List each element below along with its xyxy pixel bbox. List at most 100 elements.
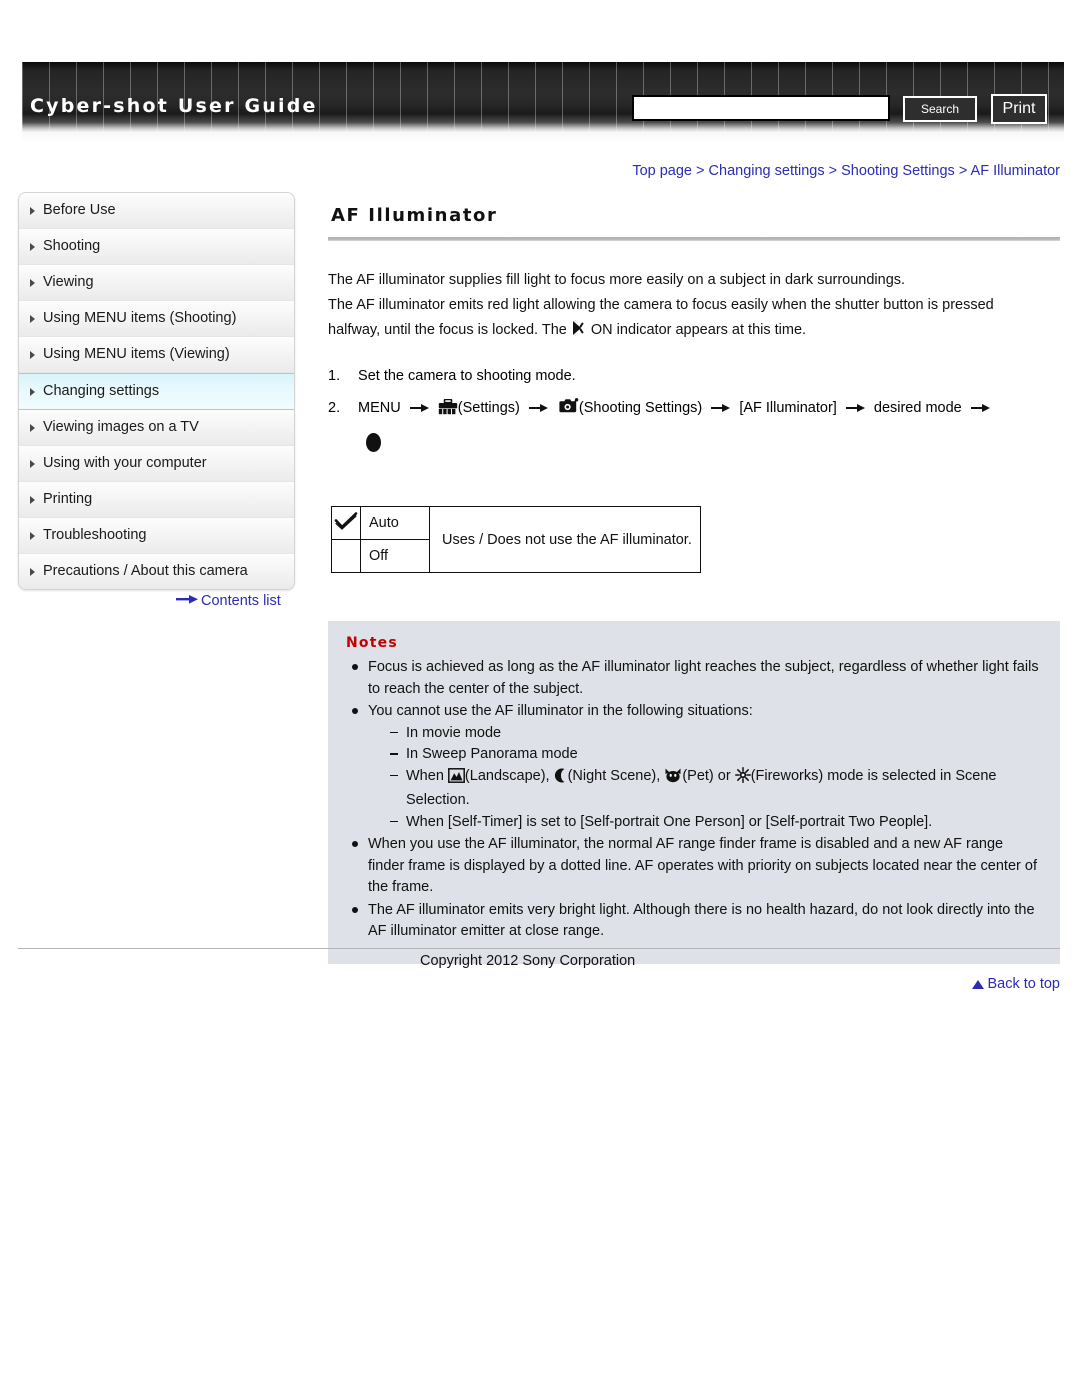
caret-right-icon <box>30 350 35 359</box>
sidebar-item-using-with-your-computer[interactable]: Using with your computer <box>19 446 294 482</box>
intro-paragraph-1: The AF illuminator supplies fill light t… <box>328 272 906 288</box>
step-2-shooting-settings-label: (Shooting Settings) <box>578 400 703 416</box>
footer-divider <box>18 948 1060 949</box>
landscape-label: (Landscape), <box>464 767 550 784</box>
print-button[interactable]: Print <box>991 94 1047 124</box>
step-2-menu-label: MENU <box>358 400 401 416</box>
sidebar-item-precautions-about-this-camera[interactable]: Precautions / About this camera <box>19 554 294 589</box>
page-title: AF Illuminator <box>331 205 498 226</box>
step-2-number: 2. <box>328 400 341 416</box>
dash-icon <box>390 774 398 777</box>
note-item: When you use the AF illuminator, the nor… <box>346 834 1042 899</box>
note-item: Focus is achieved as long as the AF illu… <box>346 657 1042 700</box>
caret-right-icon <box>30 242 35 251</box>
bullet-icon <box>352 841 358 847</box>
notes-title: Notes <box>346 635 398 651</box>
pet-cat-icon <box>664 768 682 791</box>
breadcrumb-item-af-illuminator[interactable]: AF Illuminator <box>971 163 1060 179</box>
breadcrumb-item-changing-settings[interactable]: Changing settings <box>709 163 825 179</box>
option-selected-cell <box>331 539 361 573</box>
breadcrumb-separator: > <box>696 163 705 179</box>
step-2-item-label: [AF Illuminator] <box>739 400 837 416</box>
note-item-text: You cannot use the AF illuminator in the… <box>368 703 753 719</box>
sidebar-item-label: Changing settings <box>43 383 160 399</box>
sidebar-item-viewing[interactable]: Viewing <box>19 265 294 301</box>
night-scene-label: (Night Scene), <box>567 767 661 784</box>
sidebar-item-viewing-images-on-a-tv[interactable]: Viewing images on a TV <box>19 410 294 446</box>
option-selected-cell <box>331 506 361 540</box>
night-scene-moon-icon <box>554 768 568 791</box>
bullet-icon <box>352 708 358 714</box>
option-name-auto[interactable]: Auto <box>360 506 430 540</box>
note-sub-item: In Sweep Panorama mode <box>388 744 1042 766</box>
breadcrumb-item-shooting-settings[interactable]: Shooting Settings <box>841 163 955 179</box>
sidebar-item-label: Shooting <box>43 238 101 254</box>
sidebar-item-using-menu-items-viewing[interactable]: Using MENU items (Viewing) <box>19 337 294 373</box>
caret-right-icon <box>30 206 35 215</box>
back-to-top-link[interactable]: Back to top <box>328 976 1060 992</box>
caret-right-icon <box>30 459 35 468</box>
control-button-center-icon <box>366 433 381 452</box>
sidebar-item-before-use[interactable]: Before Use <box>19 193 294 229</box>
fireworks-icon <box>734 766 751 791</box>
sidebar-navigation: Before Use Shooting Viewing Using MENU i… <box>18 192 295 590</box>
note-sub-item: In movie mode <box>388 723 1042 745</box>
dash-icon <box>390 731 398 734</box>
contents-list-link[interactable]: Contents list <box>176 593 281 609</box>
main-content: AF Illuminator The AF illuminator suppli… <box>328 205 1060 992</box>
sidebar-item-label: Using with your computer <box>43 455 207 471</box>
fireworks-label: (Fireworks) mode is selected in Scene <box>750 767 997 784</box>
copyright-text: Copyright 2012 Sony Corporation <box>420 953 636 969</box>
breadcrumb-item-top-page[interactable]: Top page <box>632 163 692 179</box>
contents-list-label: Contents list <box>201 593 281 609</box>
pet-label: (Pet) or <box>682 767 731 784</box>
sidebar-item-printing[interactable]: Printing <box>19 482 294 518</box>
procedure-steps: 1. Set the camera to shooting mode. 2. M… <box>328 360 1060 452</box>
intro-paragraph-3-after: indicator appears at this time. <box>616 322 807 338</box>
table-row: Auto Uses / Does not use the AF illumina… <box>331 506 701 573</box>
sidebar-item-label: Viewing <box>43 274 94 290</box>
note-sub-item-text: In movie mode <box>406 724 502 741</box>
intro-paragraph-2: The AF illuminator emits red light allow… <box>328 297 994 313</box>
step-1-number: 1. <box>328 368 341 384</box>
note-item: The AF illuminator emits very bright lig… <box>346 900 1042 943</box>
breadcrumb-separator: > <box>828 163 838 179</box>
dash-icon <box>390 820 398 823</box>
sidebar-item-using-menu-items-shooting[interactable]: Using MENU items (Shooting) <box>19 301 294 337</box>
settings-toolbox-icon <box>438 395 458 427</box>
arrow-right-icon <box>176 593 198 609</box>
caret-right-icon <box>30 278 35 287</box>
breadcrumb-separator: > <box>958 163 968 179</box>
sidebar-item-label: Using MENU items (Viewing) <box>43 346 230 362</box>
step-1-text: Set the camera to shooting mode. <box>358 368 576 384</box>
option-name-off[interactable]: Off <box>360 539 430 573</box>
note-item-text: The AF illuminator emits very bright lig… <box>368 901 1035 940</box>
caret-right-icon <box>30 567 35 576</box>
bullet-icon <box>352 664 358 670</box>
step-1: 1. Set the camera to shooting mode. <box>328 360 1060 392</box>
sidebar-item-shooting[interactable]: Shooting <box>19 229 294 265</box>
search-input[interactable] <box>632 95 890 121</box>
search-button[interactable]: Search <box>903 96 977 122</box>
back-to-top-label: Back to top <box>987 975 1060 992</box>
note-sub-item-before: When <box>406 767 444 784</box>
intro-paragraph-3-before: halfway, until the focus is locked. The <box>328 322 567 338</box>
shooting-settings-camera-icon <box>557 395 579 427</box>
landscape-icon <box>447 767 465 791</box>
sidebar-item-changing-settings[interactable]: Changing settings <box>19 373 294 410</box>
note-item: You cannot use the AF illuminator in the… <box>346 701 1042 833</box>
intro-text: The AF illuminator supplies fill light t… <box>328 268 1060 346</box>
note-sub-item: When [Self-Timer] is set to [Self-portra… <box>388 812 1042 834</box>
sidebar-item-troubleshooting[interactable]: Troubleshooting <box>19 518 294 554</box>
title-divider <box>328 237 1060 241</box>
step-2: 2. MENU (Settings) (Shooting Settings) [… <box>328 392 1060 452</box>
caret-right-icon <box>30 387 35 396</box>
option-description: Uses / Does not use the AF illuminator. <box>429 506 701 573</box>
intro-paragraph-3: halfway, until the focus is locked. The … <box>328 318 1060 346</box>
note-sub-item-text: In Sweep Panorama mode <box>406 746 578 762</box>
header-underline <box>22 132 1064 142</box>
site-title: Cyber-shot User Guide <box>30 95 318 117</box>
bullet-icon <box>352 906 358 913</box>
note-item-text: Focus is achieved as long as the AF illu… <box>368 659 1039 697</box>
caret-right-icon <box>30 531 35 540</box>
